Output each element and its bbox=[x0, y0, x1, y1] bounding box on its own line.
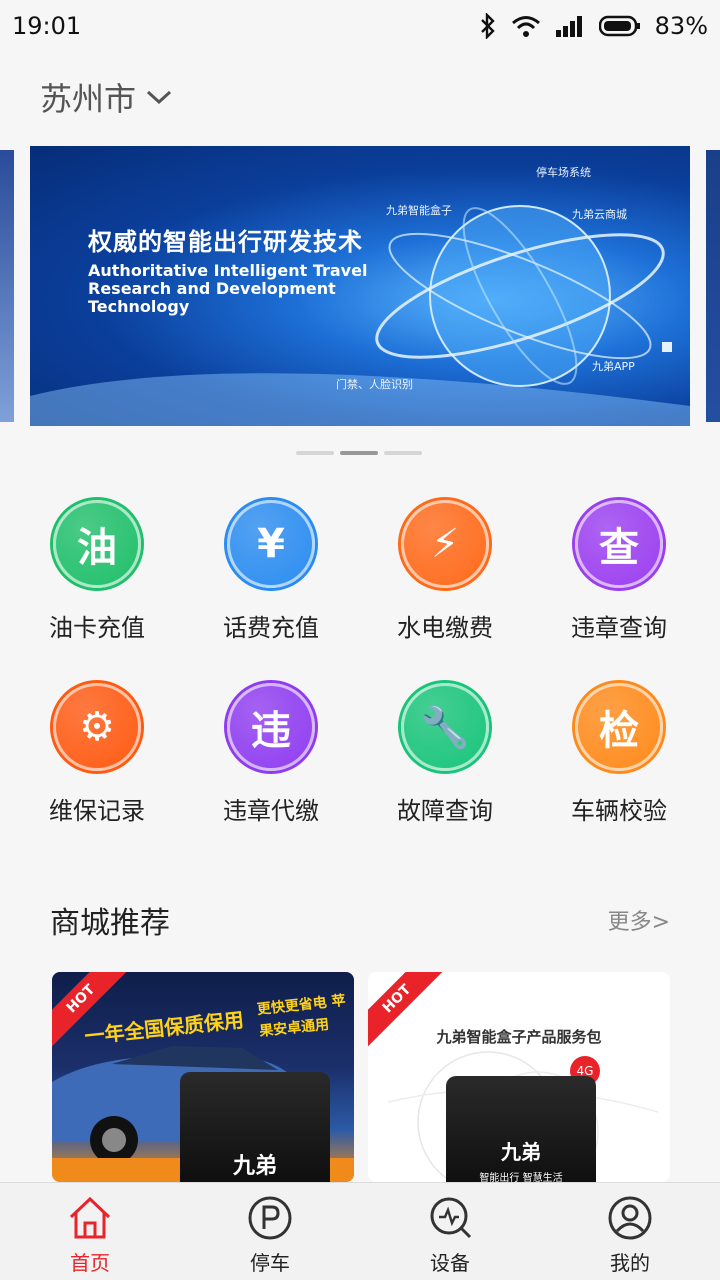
yen-icon: ¥ bbox=[227, 500, 315, 588]
product-card[interactable]: HOT 九弟智能盒子产品服务包 4G 九弟 智能出行 智慧生活 bbox=[368, 972, 670, 1182]
tab-label: 首页 bbox=[70, 1251, 110, 1275]
service-utility-payment[interactable]: ⚡ 水电缴费 bbox=[358, 500, 532, 643]
service-label: 油卡充值 bbox=[49, 614, 145, 642]
mall-section-header: 商城推荐 更多> bbox=[50, 898, 670, 942]
city-selector[interactable]: 苏州市 bbox=[40, 74, 172, 120]
banner-next-peek bbox=[706, 150, 720, 422]
banner-title-en: Authoritative Intelligent Travel Researc… bbox=[88, 261, 368, 316]
banner-tag: 九弟APP bbox=[592, 360, 635, 373]
tab-device[interactable]: 设备 bbox=[360, 1183, 540, 1280]
banner-title-cn: 权威的智能出行研发技术 bbox=[88, 228, 363, 256]
status-icons: 83% bbox=[479, 12, 708, 40]
service-label: 违章代缴 bbox=[223, 797, 319, 825]
tab-label: 停车 bbox=[250, 1251, 290, 1275]
banner-tag: 门禁、人脸识别 bbox=[336, 378, 413, 391]
home-icon bbox=[69, 1196, 111, 1239]
banner-tag: 停车场系统 bbox=[536, 166, 591, 179]
status-time: 19:01 bbox=[12, 12, 82, 40]
tab-label: 我的 bbox=[610, 1251, 650, 1275]
device-slogan: 智能出行 智慧生活 bbox=[479, 1173, 563, 1182]
banner-slide[interactable]: 权威的智能出行研发技术 Authoritative Intelligent Tr… bbox=[30, 146, 690, 426]
service-label: 车辆校验 bbox=[571, 797, 667, 825]
carousel-indicator bbox=[296, 451, 422, 455]
service-grid: 油 油卡充值 ¥ 话费充值 ⚡ 水电缴费 查 违章查询 ⚙ 维保记录 违 违章代… bbox=[0, 500, 720, 826]
service-oil-card-recharge[interactable]: 油 油卡充值 bbox=[10, 500, 184, 643]
tab-label: 设备 bbox=[430, 1251, 470, 1275]
service-violation-payment[interactable]: 违 违章代缴 bbox=[184, 683, 358, 826]
device-brand: 九弟 bbox=[501, 1140, 541, 1164]
service-violation-query[interactable]: 查 违章查询 bbox=[532, 500, 706, 643]
carousel-dot[interactable] bbox=[384, 451, 422, 455]
service-fault-query[interactable]: 🔧 故障查询 bbox=[358, 683, 532, 826]
device-brand: 九弟 bbox=[232, 1154, 277, 1179]
city-label: 苏州市 bbox=[40, 80, 137, 118]
bluetooth-icon bbox=[480, 13, 495, 39]
obd-device-image: 九弟 bbox=[180, 1072, 330, 1182]
tab-profile[interactable]: 我的 bbox=[540, 1183, 720, 1280]
inspect-icon: 检 bbox=[575, 683, 663, 771]
service-maintenance-record[interactable]: ⚙ 维保记录 bbox=[10, 683, 184, 826]
wifi-icon bbox=[511, 16, 540, 37]
status-bar: 19:01 83% bbox=[0, 0, 720, 52]
parking-icon bbox=[248, 1196, 292, 1240]
carousel-dot-active[interactable] bbox=[340, 451, 378, 455]
oil-icon: 油 bbox=[53, 500, 141, 588]
bottom-tab-bar: 首页 停车 设备 我的 bbox=[0, 1182, 720, 1280]
violation-icon: 违 bbox=[227, 683, 315, 771]
wrench-icon: 🔧 bbox=[401, 683, 489, 771]
card-headline: 九弟智能盒子产品服务包 bbox=[436, 1028, 602, 1046]
section-title: 商城推荐 bbox=[50, 906, 170, 941]
signal-icon bbox=[555, 16, 582, 37]
service-label: 维保记录 bbox=[49, 797, 145, 825]
tab-parking[interactable]: 停车 bbox=[180, 1183, 360, 1280]
service-label: 故障查询 bbox=[397, 797, 493, 825]
service-label: 违章查询 bbox=[571, 614, 667, 642]
power-bolt-icon: ⚡ bbox=[401, 500, 489, 588]
banner-tag: 九弟云商城 bbox=[572, 208, 627, 221]
carousel-dot[interactable] bbox=[296, 451, 334, 455]
obd-device-image: 九弟 智能出行 智慧生活 bbox=[446, 1076, 596, 1182]
chevron-down-icon bbox=[147, 90, 172, 105]
battery-icon bbox=[598, 15, 640, 37]
battery-percent: 83% bbox=[654, 12, 708, 40]
banner-prev-peek bbox=[0, 150, 14, 422]
service-label: 话费充值 bbox=[223, 614, 319, 642]
tab-home[interactable]: 首页 bbox=[0, 1183, 180, 1280]
service-label: 水电缴费 bbox=[397, 614, 493, 642]
service-vehicle-check[interactable]: 检 车辆校验 bbox=[532, 683, 706, 826]
banner-carousel[interactable]: 权威的智能出行研发技术 Authoritative Intelligent Tr… bbox=[0, 146, 720, 426]
gear-icon: ⚙ bbox=[53, 683, 141, 771]
device-search-icon bbox=[430, 1197, 472, 1239]
product-card[interactable]: HOT 一年全国保质保用 更快更省电 苹果安卓通用 九弟 bbox=[52, 972, 354, 1182]
more-link[interactable]: 更多> bbox=[608, 904, 670, 936]
profile-icon bbox=[608, 1196, 652, 1240]
banner-tag: 九弟智能盒子 bbox=[386, 204, 452, 217]
service-phone-recharge[interactable]: ¥ 话费充值 bbox=[184, 500, 358, 643]
query-icon: 查 bbox=[575, 500, 663, 588]
